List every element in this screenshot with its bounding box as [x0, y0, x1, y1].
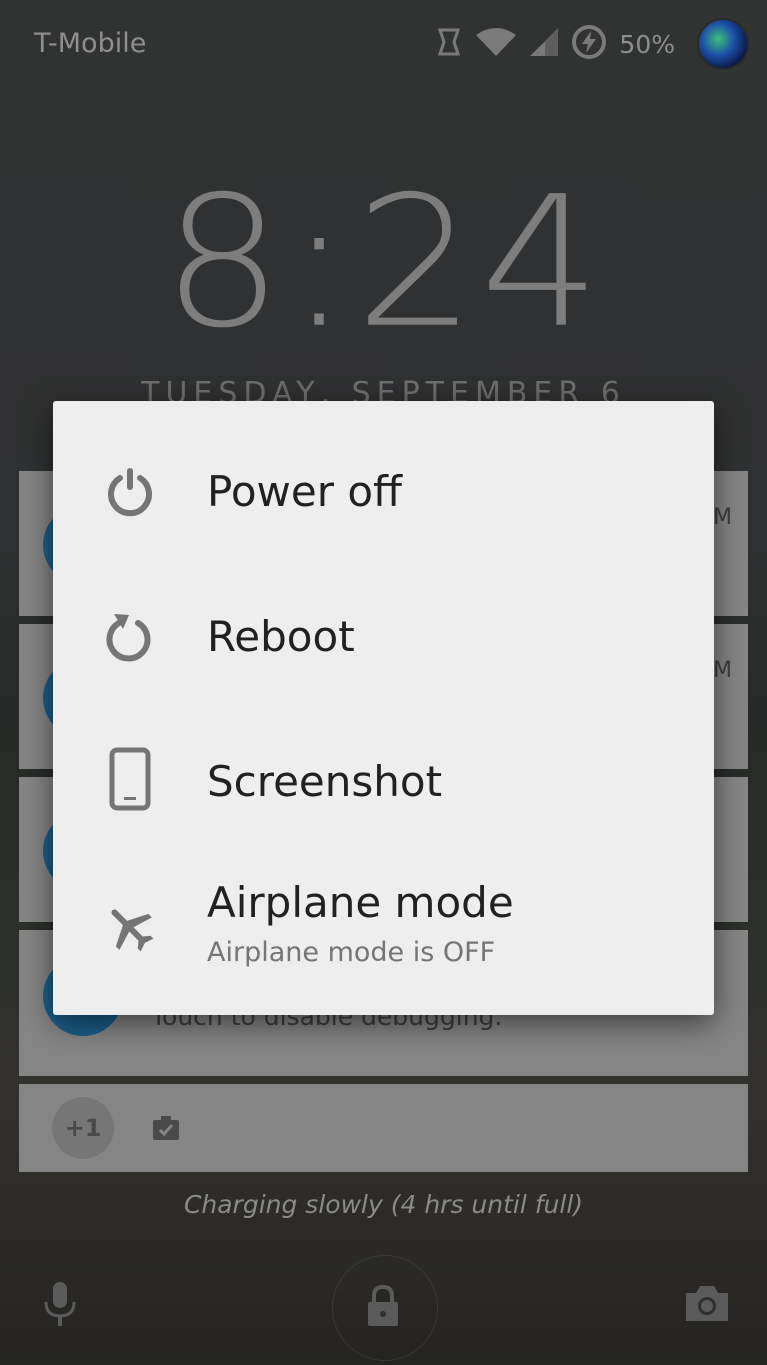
notification-time: M	[713, 505, 732, 530]
power-off-label: Power off	[207, 467, 402, 516]
airplane-mode-label: Airplane mode	[207, 878, 514, 927]
status-bar: T-Mobile 50%	[0, 0, 767, 86]
notification-overflow-row[interactable]: +1	[19, 1084, 748, 1172]
overflow-count-badge[interactable]: +1	[52, 1097, 114, 1159]
clipboard-check-icon	[151, 1114, 181, 1146]
notification-time: M	[713, 658, 732, 683]
lock-icon[interactable]	[364, 1284, 402, 1332]
camera-icon[interactable]	[684, 1283, 730, 1327]
airplane-mode-option[interactable]: Airplane mode Airplane mode is OFF	[53, 854, 714, 1014]
reboot-option[interactable]: Reboot	[53, 564, 714, 709]
lockscreen-clock: 8:24	[162, 157, 605, 368]
charging-icon	[571, 24, 607, 64]
airplane-mode-status: Airplane mode is OFF	[207, 937, 496, 968]
power-off-option[interactable]: Power off	[53, 419, 714, 564]
reboot-icon	[103, 605, 157, 669]
reboot-label: Reboot	[207, 612, 355, 661]
phone-icon	[103, 747, 157, 811]
carrier-name: T-Mobile	[34, 28, 147, 59]
power-icon	[103, 460, 157, 524]
status-icons: 50%	[435, 18, 749, 70]
battery-percentage: 50%	[619, 29, 675, 59]
nfc-icon	[435, 27, 463, 61]
profile-avatar[interactable]	[697, 18, 749, 70]
airplane-icon	[103, 896, 157, 960]
signal-icon	[529, 27, 559, 61]
wifi-icon	[475, 27, 517, 61]
screenshot-option[interactable]: Screenshot	[53, 709, 714, 854]
screenshot-label: Screenshot	[207, 757, 443, 806]
microphone-icon[interactable]	[40, 1280, 80, 1332]
charging-status: Charging slowly (4 hrs until full)	[183, 1190, 584, 1219]
power-menu-dialog: Power off Reboot Screenshot Airplane mod…	[53, 401, 714, 1015]
